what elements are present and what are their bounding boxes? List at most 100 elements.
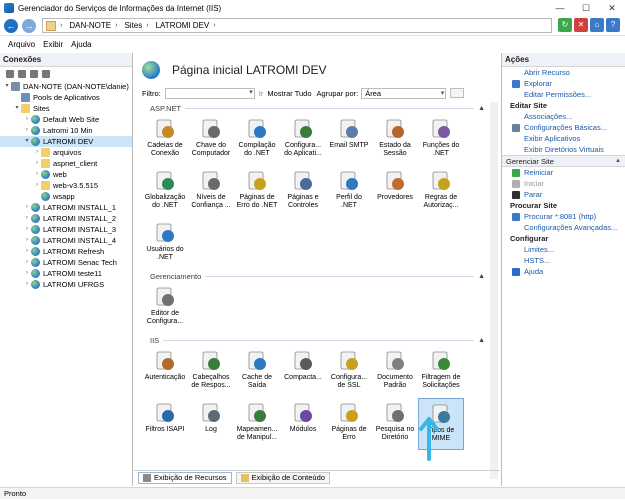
tree-item[interactable]: › web [0, 169, 132, 180]
tree-item[interactable]: ▾ DAN-NOTE (DAN-NOTE\danie) [0, 81, 132, 92]
feature-item[interactable]: Páginas de Erro do .NET [234, 166, 280, 218]
feature-item[interactable]: Pesquisa no Diretório [372, 398, 418, 450]
feature-item[interactable]: Provedores [372, 166, 418, 218]
action-link[interactable]: Abrir Recurso [502, 67, 625, 78]
expand-icon[interactable]: ▾ [13, 103, 21, 114]
action-link[interactable]: Configurações Básicas... [502, 122, 625, 133]
menu-ajuda[interactable]: Ajuda [71, 40, 91, 49]
action-link[interactable]: Associações... [502, 111, 625, 122]
expand-icon[interactable]: › [23, 202, 31, 213]
expand-icon[interactable]: ▾ [3, 81, 11, 92]
tree-item[interactable]: › Default Web Site [0, 114, 132, 125]
feature-item[interactable]: Compilação do .NET [234, 114, 280, 166]
feature-item[interactable]: Cadeias de Conexão [142, 114, 188, 166]
crumb-sites[interactable]: Sites [124, 21, 142, 30]
feature-item[interactable]: Páginas e Controles [280, 166, 326, 218]
feature-item[interactable]: Chave do Computador [188, 114, 234, 166]
group-header[interactable]: IIS ▲ [142, 334, 488, 346]
disconnect-icon[interactable] [30, 70, 38, 78]
feature-item[interactable]: Documento Padrão [372, 346, 418, 398]
feature-item[interactable]: Cabeçalhos de Respos... [188, 346, 234, 398]
maximize-icon[interactable]: ☐ [573, 0, 599, 16]
expand-icon[interactable]: › [23, 213, 31, 224]
connect-icon[interactable] [6, 70, 14, 78]
feature-item[interactable]: Globalização do .NET [142, 166, 188, 218]
menu-exibir[interactable]: Exibir [43, 40, 63, 49]
group-header[interactable]: Gerenciamento ▲ [142, 270, 488, 282]
collapse-icon[interactable]: ▲ [478, 105, 485, 112]
feature-item[interactable]: Filtragem de Solicitações [418, 346, 464, 398]
feature-item[interactable]: Cache de Saída [234, 346, 280, 398]
feature-item[interactable]: Configura... do Aplicati... [280, 114, 326, 166]
refresh-icon[interactable]: ↻ [558, 18, 572, 32]
expand-icon[interactable]: › [23, 246, 31, 257]
expand-icon[interactable]: › [23, 268, 31, 279]
tree-item[interactable]: › LATROMI INSTALL_2 [0, 213, 132, 224]
expand-icon[interactable]: › [23, 235, 31, 246]
menu-arquivo[interactable]: Arquivo [8, 40, 35, 49]
action-link[interactable]: Reiniciar [502, 167, 625, 178]
tree-item[interactable]: › aspnet_client [0, 158, 132, 169]
tree-item[interactable]: › LATROMI UFRGS [0, 279, 132, 290]
feature-item[interactable]: Regras de Autorizaç... [418, 166, 464, 218]
show-all-button[interactable]: Mostrar Tudo [267, 89, 311, 98]
vertical-scrollbar[interactable] [490, 102, 498, 479]
feature-item[interactable]: Mapeamen... de Manipul... [234, 398, 280, 450]
tree-item[interactable]: › arquivos [0, 147, 132, 158]
action-link[interactable]: Configurações Avançadas... [502, 222, 625, 233]
tree-item[interactable]: ▾ Sites [0, 103, 132, 114]
tab-content-view[interactable]: Exibição de Conteúdo [235, 471, 330, 484]
action-link[interactable]: Exibir Aplicativos [502, 133, 625, 144]
feature-item[interactable]: Editor de Configura... [142, 282, 188, 334]
tree-item[interactable]: Pools de Aplicativos [0, 92, 132, 103]
feature-item[interactable]: Compacta... [280, 346, 326, 398]
group-by-select[interactable]: Área [361, 87, 447, 99]
crumb-server[interactable]: DAN-NOTE [69, 21, 111, 30]
feature-item[interactable]: Configura... de SSL [326, 346, 372, 398]
expand-icon[interactable]: › [33, 147, 41, 158]
feature-item[interactable]: Filtros ISAPI [142, 398, 188, 450]
minimize-icon[interactable]: — [547, 0, 573, 16]
tree-item[interactable]: › web-v3.5.515 [0, 180, 132, 191]
expand-icon[interactable]: › [23, 125, 31, 136]
action-link[interactable]: Editar Permissões... [502, 89, 625, 100]
group-header[interactable]: ASP.NET ▲ [142, 102, 488, 114]
action-link[interactable]: Parar [502, 189, 625, 200]
home-icon[interactable]: ⌂ [590, 18, 604, 32]
expand-icon[interactable]: › [23, 114, 31, 125]
crumb-site[interactable]: LATROMI DEV [156, 21, 210, 30]
feature-item[interactable]: Usuários do .NET [142, 218, 188, 270]
expand-icon[interactable]: ▾ [23, 136, 31, 147]
action-link[interactable]: Ajuda [502, 266, 625, 277]
stop-nav-icon[interactable]: ✕ [574, 18, 588, 32]
close-icon[interactable]: ✕ [599, 0, 625, 16]
save-icon[interactable] [18, 70, 26, 78]
action-link[interactable]: HSTS... [502, 255, 625, 266]
actions-section-title[interactable]: Gerenciar Site [502, 155, 625, 167]
feature-item[interactable]: Log [188, 398, 234, 450]
feature-item[interactable]: Módulos [280, 398, 326, 450]
expand-icon[interactable]: › [23, 279, 31, 290]
feature-item[interactable]: Perfil do .NET [326, 166, 372, 218]
action-link[interactable]: Exibir Diretórios Virtuais [502, 144, 625, 155]
action-link[interactable]: Explorar [502, 78, 625, 89]
back-icon[interactable]: ← [4, 18, 18, 33]
expand-icon[interactable]: › [23, 224, 31, 235]
tree-item[interactable]: › LATROMI INSTALL_1 [0, 202, 132, 213]
feature-item[interactable]: Níveis de Confiança ... [188, 166, 234, 218]
tree-item[interactable]: › LATROMI teste11 [0, 268, 132, 279]
tab-features-view[interactable]: Exibição de Recursos [138, 471, 232, 484]
view-mode-button[interactable] [450, 88, 465, 98]
tree-item[interactable]: wsapp [0, 191, 132, 202]
forward-icon[interactable]: → [22, 18, 36, 33]
collapse-icon[interactable]: ▲ [478, 337, 485, 344]
help-nav-icon[interactable]: ? [606, 18, 620, 32]
go-button[interactable]: Ir [259, 89, 264, 98]
action-link[interactable]: Limites... [502, 244, 625, 255]
tree-item[interactable]: › LATROMI INSTALL_4 [0, 235, 132, 246]
filter-input[interactable] [164, 87, 255, 99]
feature-item[interactable]: Email SMTP [326, 114, 372, 166]
expand-icon[interactable]: › [23, 257, 31, 268]
feature-item[interactable]: Funções do .NET [418, 114, 464, 166]
tree-item[interactable]: › LATROMI INSTALL_3 [0, 224, 132, 235]
